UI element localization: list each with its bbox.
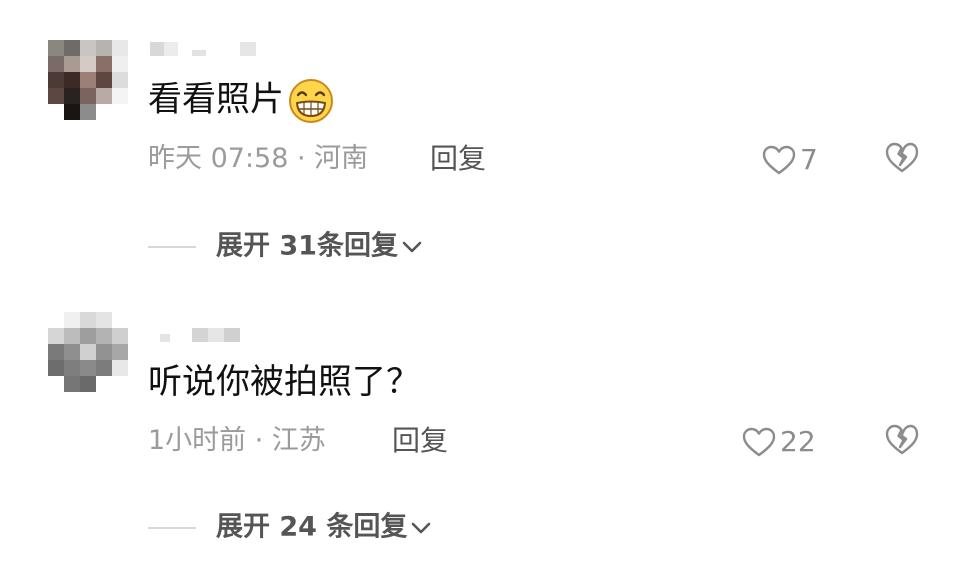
username-redacted[interactable] xyxy=(150,42,270,56)
comment-meta: 昨天 07:58 · 河南 xyxy=(148,143,369,174)
expand-replies-label: 展开 24 条回复 xyxy=(216,511,408,543)
expand-replies-label: 展开 31条回复 xyxy=(216,230,398,262)
dislike-button[interactable] xyxy=(884,140,924,180)
reply-button[interactable]: 回复 xyxy=(392,424,448,458)
comment-meta: 1小时前 · 江苏 xyxy=(148,425,326,456)
divider-line xyxy=(148,245,196,248)
like-button[interactable]: 22 xyxy=(742,421,816,461)
heart-icon xyxy=(742,427,776,457)
reply-button[interactable]: 回复 xyxy=(430,142,486,176)
expand-replies-button[interactable]: 展开 31条回复 xyxy=(148,226,424,266)
comment-item: 看看照片 昨天 07:58 · 河南 回复 7 展开 31条回复 xyxy=(0,0,960,290)
dislike-button[interactable] xyxy=(884,422,924,462)
comment-text-content: 听说你被拍照了？ xyxy=(148,362,420,402)
like-count: 22 xyxy=(780,425,816,458)
avatar[interactable] xyxy=(48,40,128,120)
heart-icon xyxy=(762,145,796,175)
comment-item: 听说你被拍照了？ 1小时前 · 江苏 回复 22 展开 24 条回复 xyxy=(0,290,960,581)
broken-heart-icon xyxy=(885,142,919,173)
expand-replies-button[interactable]: 展开 24 条回复 xyxy=(148,507,433,547)
divider-line xyxy=(148,526,196,529)
chevron-down-icon xyxy=(412,522,431,533)
like-count: 7 xyxy=(800,143,818,176)
comment-text-content: 看看照片 xyxy=(148,79,284,120)
broken-heart-icon xyxy=(885,424,919,455)
avatar[interactable] xyxy=(48,312,128,392)
chevron-down-icon xyxy=(402,241,422,252)
username-redacted[interactable] xyxy=(150,328,270,342)
comment-text: 看看照片 xyxy=(148,78,334,124)
grinning-face-emoji-icon xyxy=(289,79,333,123)
comment-text: 听说你被拍照了？ xyxy=(148,362,420,402)
like-button[interactable]: 7 xyxy=(762,139,818,179)
